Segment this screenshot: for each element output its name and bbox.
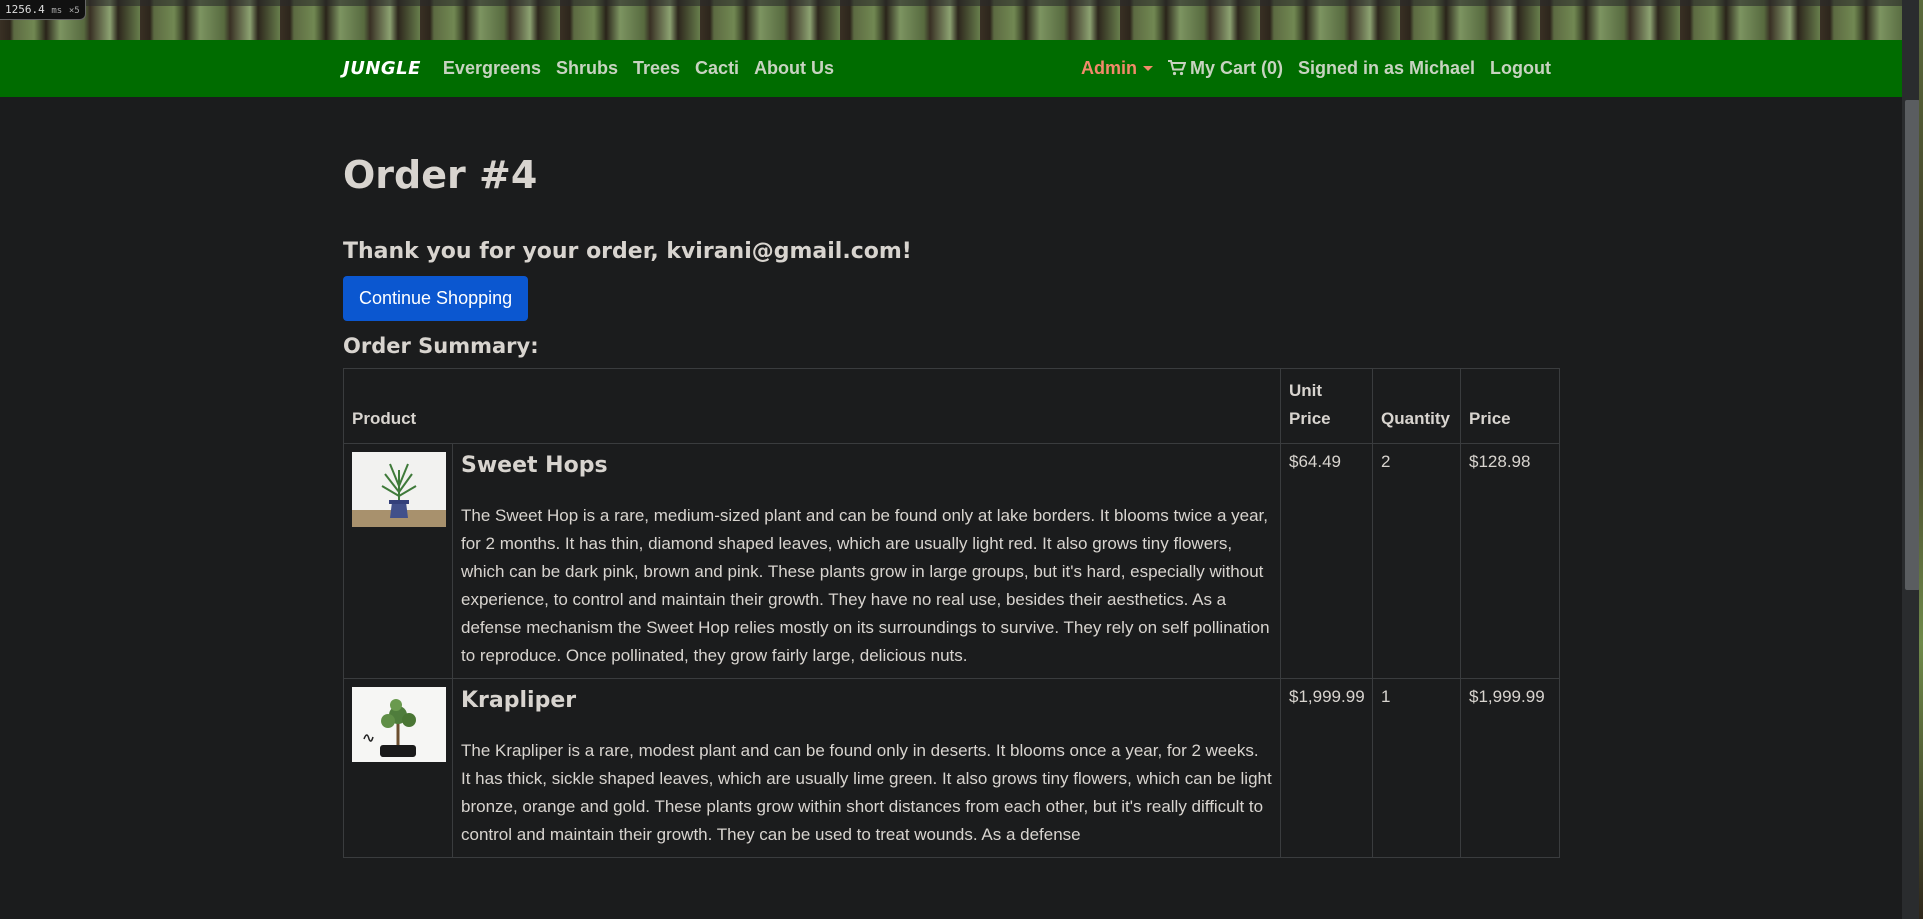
perf-multiplier: ×5 xyxy=(68,6,80,16)
forest-banner xyxy=(0,0,1902,40)
scrollbar-thumb[interactable] xyxy=(1905,100,1920,590)
product-name[interactable]: Krapliper xyxy=(461,688,1272,713)
header-unit-price: Unit Price xyxy=(1280,368,1374,444)
nav-about-us[interactable]: About Us xyxy=(754,58,834,79)
admin-label: Admin xyxy=(1080,58,1137,78)
product-description: The Krapliper is a rare, modest plant an… xyxy=(461,741,1272,844)
top-edge xyxy=(0,0,1902,6)
signed-in-link[interactable]: Signed in as Michael xyxy=(1298,58,1475,79)
order-summary-table: Product Unit Price Quantity Price Sweet … xyxy=(342,368,1561,858)
price-cell: $128.98 xyxy=(1460,443,1561,679)
header-product: Product xyxy=(342,368,1282,444)
nav-trees[interactable]: Trees xyxy=(633,58,680,79)
nav-shrubs[interactable]: Shrubs xyxy=(556,58,618,79)
unit-price-cell: $1,999.99 xyxy=(1280,678,1374,858)
page-title: Order #4 xyxy=(343,153,538,197)
navbar-right: Admin My Cart (0) Signed in as Michael L… xyxy=(1066,58,1551,79)
perf-value: 1256.4 xyxy=(5,3,45,16)
nav-cacti[interactable]: Cacti xyxy=(695,58,739,79)
navbar-inner: JUNGLE Evergreens Shrubs Trees Cacti Abo… xyxy=(343,40,1551,97)
perf-badge: 1256.4 ms ×5 xyxy=(0,0,86,20)
header-price: Price xyxy=(1460,368,1561,444)
quantity-cell: 2 xyxy=(1372,443,1462,679)
product-image-cell xyxy=(343,678,453,858)
cart-label: My Cart (0) xyxy=(1189,58,1283,78)
shopping-cart-icon xyxy=(1167,60,1186,76)
brand-logo[interactable]: JUNGLE xyxy=(343,58,421,79)
product-name[interactable]: Sweet Hops xyxy=(461,453,1272,478)
sweet-hops-image[interactable] xyxy=(352,452,446,527)
logout-link[interactable]: Logout xyxy=(1490,58,1551,79)
table-row: Sweet Hops The Sweet Hop is a rare, medi… xyxy=(343,443,1561,679)
admin-dropdown[interactable]: Admin xyxy=(1081,58,1153,79)
product-info-cell: Sweet Hops The Sweet Hop is a rare, medi… xyxy=(451,443,1282,679)
order-summary-title: Order Summary: xyxy=(343,334,539,358)
krapliper-image[interactable] xyxy=(352,687,446,762)
table-row: Krapliper The Krapliper is a rare, modes… xyxy=(343,678,1561,858)
main-content: Order #4 Thank you for your order, kvira… xyxy=(342,97,1561,858)
product-image-cell xyxy=(343,443,453,679)
my-cart-link[interactable]: My Cart (0) xyxy=(1167,58,1283,79)
quantity-cell: 1 xyxy=(1372,678,1462,858)
price-cell: $1,999.99 xyxy=(1460,678,1561,858)
table-header-row: Product Unit Price Quantity Price xyxy=(342,368,1561,444)
product-info-cell: Krapliper The Krapliper is a rare, modes… xyxy=(451,678,1282,858)
thank-you-message: Thank you for your order, kvirani@gmail.… xyxy=(343,239,912,264)
caret-down-icon xyxy=(1142,66,1153,71)
nav-evergreens[interactable]: Evergreens xyxy=(443,58,541,79)
header-quantity: Quantity xyxy=(1372,368,1462,444)
product-description: The Sweet Hop is a rare, medium-sized pl… xyxy=(461,506,1270,665)
perf-unit: ms xyxy=(51,6,63,16)
continue-shopping-button[interactable]: Continue Shopping xyxy=(343,276,529,321)
unit-price-cell: $64.49 xyxy=(1280,443,1374,679)
window-edge xyxy=(1919,0,1923,919)
navbar: JUNGLE Evergreens Shrubs Trees Cacti Abo… xyxy=(0,40,1902,97)
